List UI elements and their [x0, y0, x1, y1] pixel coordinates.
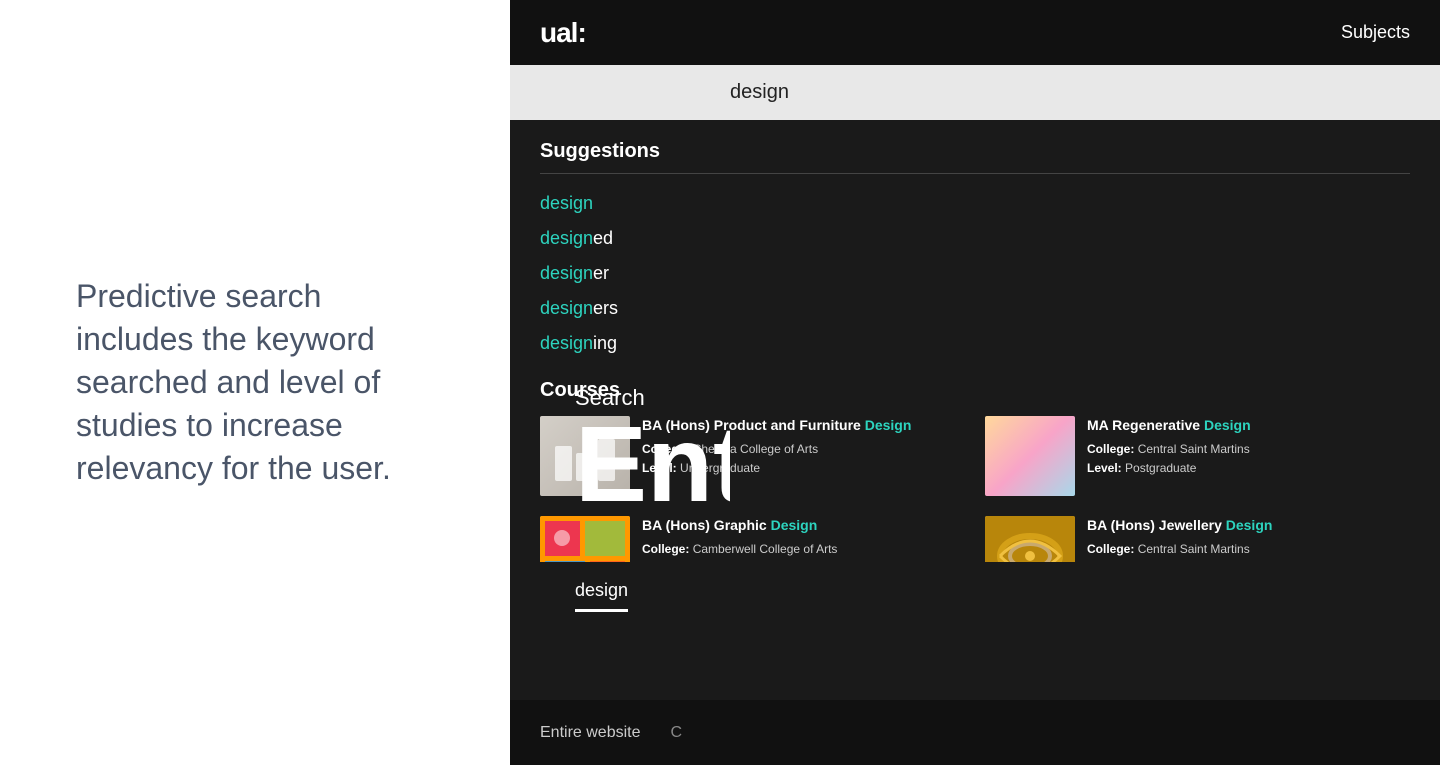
courses-title: Courses: [540, 379, 1410, 402]
suggestion-designer-prefix: design: [540, 263, 593, 283]
course-card-regenerative[interactable]: MA Regenerative Design College: Central …: [985, 416, 1410, 496]
suggestion-designer[interactable]: designer: [540, 256, 1410, 291]
level-value-2: Postgraduate: [1125, 461, 1196, 475]
search-label-text: Search: [575, 385, 645, 410]
college-label-2: College:: [1087, 442, 1134, 456]
search-input-wrapper[interactable]: [510, 65, 1440, 120]
suggestion-design[interactable]: design: [540, 186, 1410, 221]
course-meta-regenerative: College: Central Saint Martins Level: Po…: [1087, 440, 1410, 478]
level-label-2: Level:: [1087, 461, 1122, 475]
search-input[interactable]: [510, 65, 1440, 120]
search-bar-area[interactable]: [510, 65, 1440, 120]
course-title-highlight-4: Design: [1226, 517, 1273, 533]
college-label-3: College:: [642, 542, 689, 556]
course-title-highlight-1: Design: [865, 417, 912, 433]
tab-courses-bottom[interactable]: C: [671, 724, 683, 742]
college-value-2: Central Saint Martins: [1138, 442, 1250, 456]
course-title-jewellery: BA (Hons) Jewellery Design: [1087, 516, 1410, 534]
left-description-panel: Predictive search includes the keyword s…: [0, 0, 510, 765]
suggestion-design-highlight: design: [540, 193, 593, 213]
college-value-3: Camberwell College of Arts: [693, 542, 838, 556]
bottom-filter-row: Entire website C: [510, 700, 1440, 765]
tab-design-label: design: [575, 580, 628, 600]
app-panel: ual: Subjects Suggestions design designe…: [510, 0, 1440, 765]
suggestion-designing[interactable]: designing: [540, 326, 1410, 361]
suggestion-designers[interactable]: designers: [540, 291, 1410, 326]
suggestion-designed-prefix: design: [540, 228, 593, 248]
course-title-highlight-3: Design: [771, 517, 818, 533]
course-title-graphic: BA (Hons) Graphic Design: [642, 516, 965, 534]
big-text: Ent: [575, 410, 730, 518]
tab-entire-website[interactable]: Entire website: [540, 724, 641, 742]
suggestion-designers-suffix: ers: [593, 298, 618, 318]
suggestion-designing-suffix: ing: [593, 333, 617, 353]
top-nav: ual: Subjects: [510, 0, 1440, 65]
search-label-overlay: Search: [510, 385, 645, 411]
course-info-regenerative: MA Regenerative Design College: Central …: [1087, 416, 1410, 479]
subjects-link[interactable]: Subjects: [1341, 22, 1410, 43]
course-thumb-regenerative: [985, 416, 1075, 496]
suggestion-designed[interactable]: designed: [540, 221, 1410, 256]
tab-courses-bottom-label: C: [671, 724, 683, 741]
course-title-before-4: BA (Hons) Jewellery: [1087, 517, 1226, 533]
suggestion-designers-prefix: design: [540, 298, 593, 318]
course-title-before-2: MA Regenerative: [1087, 417, 1204, 433]
logo: ual:: [540, 17, 586, 49]
tab-design[interactable]: design: [575, 580, 628, 612]
suggestions-panel: Suggestions design designed designer des…: [510, 120, 1440, 616]
course-title-regenerative: MA Regenerative Design: [1087, 416, 1410, 434]
suggestions-title: Suggestions: [540, 140, 1410, 174]
college-value-4: Central Saint Martins: [1138, 542, 1250, 556]
course-title-highlight-2: Design: [1204, 417, 1251, 433]
bottom-tab-row: design: [510, 562, 1440, 612]
suggestion-designed-suffix: ed: [593, 228, 613, 248]
college-label-4: College:: [1087, 542, 1134, 556]
course-title-before-3: BA (Hons) Graphic: [642, 517, 771, 533]
suggestion-designing-prefix: design: [540, 333, 593, 353]
description-text: Predictive search includes the keyword s…: [76, 275, 434, 491]
suggestion-designer-suffix: er: [593, 263, 609, 283]
big-text-overlay: Ent: [510, 410, 730, 518]
tab-entire-website-label: Entire website: [540, 724, 641, 741]
